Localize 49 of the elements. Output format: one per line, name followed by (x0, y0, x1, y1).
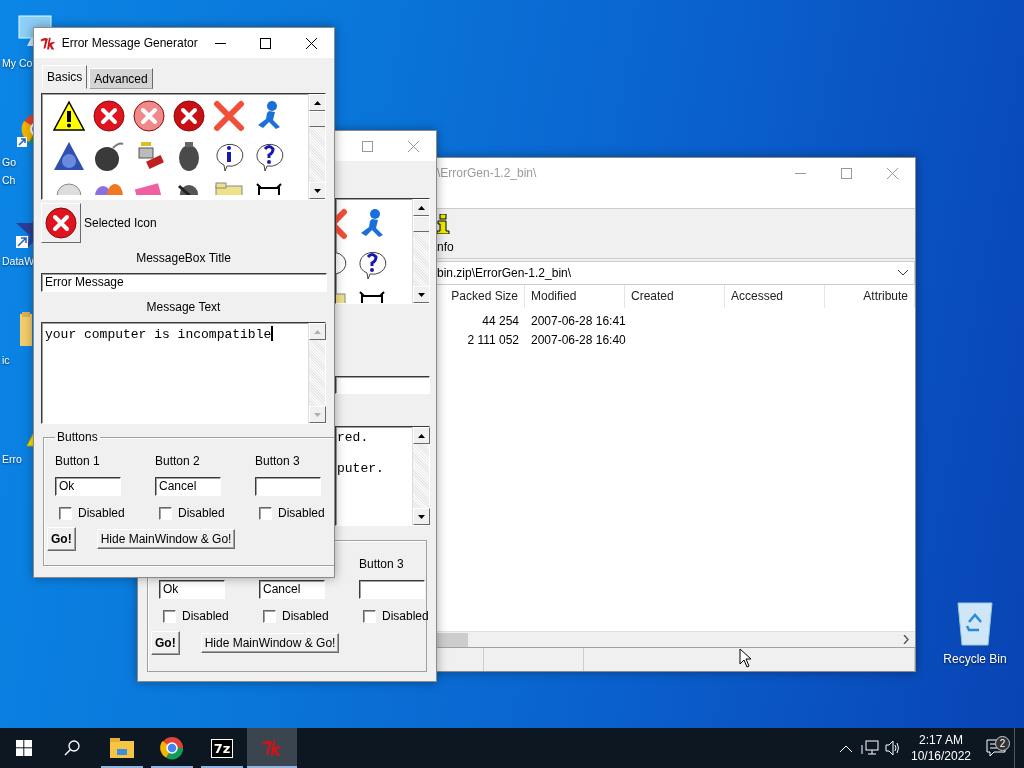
message-text-line: puter. (337, 461, 385, 476)
desktop-icon-label[interactable]: Erro (2, 452, 22, 466)
field-label: MessageBox Title (136, 251, 231, 265)
group-label: Buttons (56, 430, 99, 444)
selected-icon-label: Selected Icon (84, 216, 157, 230)
go-button[interactable]: Go! (47, 527, 76, 551)
desktop-icon-label[interactable]: ic (2, 353, 10, 367)
button-text-field[interactable]: Cancel (259, 580, 325, 599)
button-caption-label: Button 1 (55, 454, 100, 468)
taskbar-app-button[interactable]: 7z (197, 728, 247, 768)
table-cell-text: 2007-06-28 16:41 (530, 313, 625, 328)
message-text-field[interactable]: your computer is incompatible (41, 322, 326, 424)
button-text-field[interactable]: Cancel (155, 477, 221, 496)
button-text-field[interactable]: Ok (55, 477, 121, 496)
field-label: Message Text (146, 300, 221, 314)
table-cell-text: 2 111 052 (466, 332, 520, 347)
clock[interactable]: 2:17 AM 10/16/2022 (908, 732, 974, 764)
table-cell-text: 44 254 (481, 313, 520, 328)
message-text-line: red. (337, 430, 370, 445)
go-button[interactable]: Go! (151, 631, 180, 655)
notifications-button[interactable]: 2 (978, 739, 1014, 757)
button-caption-label: Button 3 (255, 454, 300, 468)
desktop-icon-label[interactable]: Go (2, 155, 16, 169)
app-logo: 7z (210, 738, 234, 758)
notification-count: 2 (995, 736, 1010, 751)
checkbox-label: Disabled (282, 609, 329, 623)
button-text-field[interactable]: Ok (159, 580, 225, 599)
checkbox-label: Disabled (182, 609, 229, 623)
window-title: Error Message Generator (61, 36, 198, 50)
checkbox-label: Disabled (278, 506, 325, 520)
checkbox-label: Disabled (178, 506, 225, 520)
button-caption-label: Button 3 (359, 557, 404, 571)
desktop-icon-label[interactable]: Ch (2, 173, 16, 187)
address-field[interactable]: bin.zip\ErrorGen-1.2_bin\ (437, 261, 915, 285)
desktop-icon-label[interactable]: Recycle Bin (943, 652, 1007, 666)
desktop-icon-label[interactable]: DataW (2, 254, 35, 268)
checkbox-label: Disabled (382, 609, 429, 623)
tab[interactable]: Basics (42, 65, 88, 89)
title-field[interactable]: Error Message (41, 273, 327, 292)
desktop-icon-label[interactable]: My Co (2, 56, 33, 70)
checkbox-label: Disabled (78, 506, 125, 520)
hide-and-go-button[interactable]: Hide MainWindow & Go! (96, 529, 236, 549)
hide-and-go-button[interactable]: Hide MainWindow & Go! (200, 633, 340, 653)
button-caption-label: Button 2 (155, 454, 200, 468)
message-text-field[interactable]: red. puter. (335, 426, 430, 526)
info-button[interactable]: nfo (437, 209, 454, 258)
window-title: \ErrorGen-1.2_bin\ (437, 166, 538, 180)
tab[interactable]: Advanced (89, 68, 153, 89)
table-cell-text: 2007-06-28 16:40 (530, 332, 625, 347)
